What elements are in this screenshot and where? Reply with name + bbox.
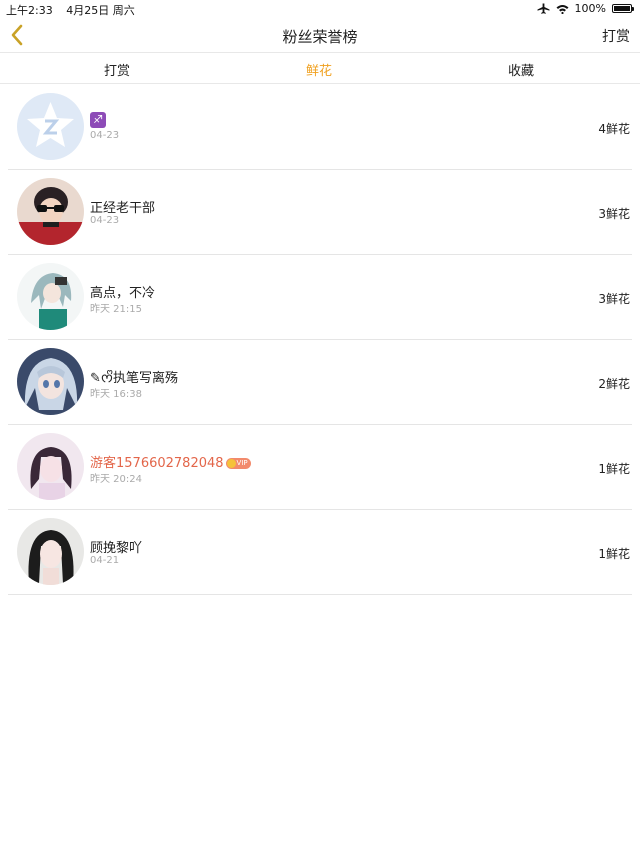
avatar: [17, 348, 84, 415]
avatar: [17, 263, 84, 330]
tab-favorites[interactable]: 收藏: [508, 60, 534, 79]
status-bar: 上午2:33 4月25日 周六 100%: [0, 0, 640, 18]
status-date: 4月25日 周六: [66, 4, 135, 17]
fan-time: 04-21: [90, 555, 120, 566]
sagittarius-icon: ♐: [90, 112, 106, 128]
tab-reward[interactable]: 打赏: [104, 60, 130, 79]
reward-button[interactable]: 打赏: [602, 26, 630, 46]
fan-time: 昨天 16:38: [90, 389, 142, 400]
fan-name: 正经老干部: [90, 201, 156, 216]
nav-bar: 粉丝荣誉榜 打赏: [0, 18, 640, 52]
list-item[interactable]: 游客1576602782048 VIP 昨天 20:24 1鲜花: [8, 425, 632, 510]
tab-bar: 打赏 鲜花 收藏: [0, 52, 640, 84]
vip-coin-icon: [226, 458, 236, 468]
flower-count: 4鲜花: [598, 122, 630, 136]
fan-time: 04-23: [90, 130, 120, 141]
avatar: [17, 518, 84, 585]
vip-badge: VIP: [225, 458, 251, 469]
battery-icon: [612, 4, 634, 13]
status-time: 上午2:33: [6, 4, 53, 17]
fan-name: 高点，不冷: [90, 286, 156, 301]
flower-count: 3鲜花: [598, 292, 630, 306]
list-item[interactable]: 顾挽黎吖 04-21 1鲜花: [8, 510, 632, 595]
fan-time: 昨天 21:15: [90, 304, 142, 315]
flower-count: 2鲜花: [598, 377, 630, 391]
fan-list: ♐ 04-23 4鲜花 正经老干部 04-23 3鲜花 高点，不冷 昨天 21:…: [0, 85, 640, 595]
battery-fill: [614, 6, 630, 11]
list-item[interactable]: 高点，不冷 昨天 21:15 3鲜花: [8, 255, 632, 340]
airplane-icon: [537, 3, 550, 14]
tab-flowers[interactable]: 鲜花: [306, 60, 332, 79]
status-right: 100%: [537, 2, 634, 15]
avatar: [17, 178, 84, 245]
list-item[interactable]: ♐ 04-23 4鲜花: [8, 85, 632, 170]
flower-count: 3鲜花: [598, 207, 630, 221]
fan-name: 顾挽黎吖: [90, 541, 143, 556]
wifi-icon: [556, 4, 569, 14]
avatar: [17, 433, 84, 500]
fan-name: ♐: [90, 112, 106, 128]
fan-name: 游客1576602782048 VIP: [90, 452, 251, 471]
flower-count: 1鲜花: [598, 547, 630, 561]
avatar: [17, 93, 84, 160]
battery-percent: 100%: [574, 2, 606, 15]
fan-time: 04-23: [90, 215, 120, 226]
list-item[interactable]: ✎ᰔᩚ执笔写离殇 昨天 16:38 2鲜花: [8, 340, 632, 425]
fan-time: 昨天 20:24: [90, 474, 142, 485]
page-title: 粉丝荣誉榜: [282, 28, 358, 46]
flower-count: 1鲜花: [598, 462, 630, 476]
list-item[interactable]: 正经老干部 04-23 3鲜花: [8, 170, 632, 255]
status-left: 上午2:33 4月25日 周六: [6, 2, 135, 18]
